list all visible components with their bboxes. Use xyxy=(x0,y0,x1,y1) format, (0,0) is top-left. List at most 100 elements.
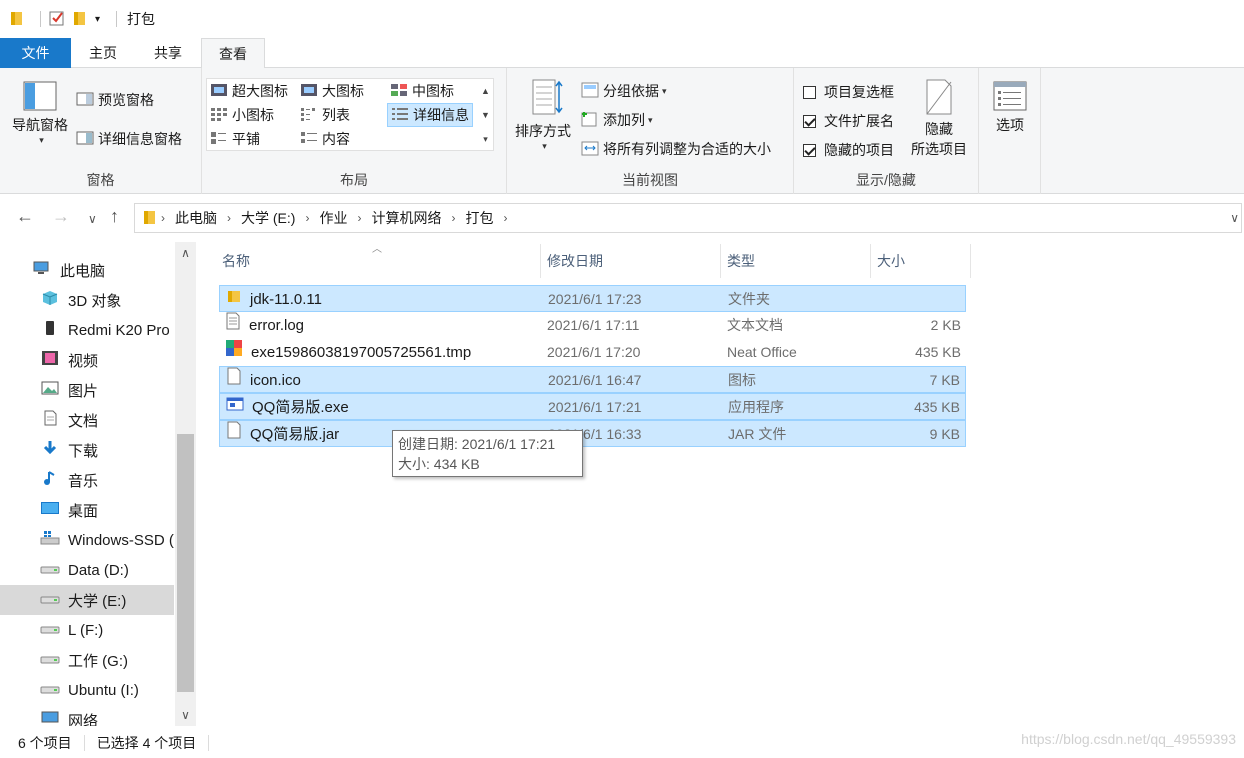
chevron-right-icon[interactable]: › xyxy=(227,211,231,225)
sidebar-item[interactable]: 音乐 xyxy=(0,465,174,495)
chevron-right-icon[interactable]: › xyxy=(161,211,165,225)
file-row[interactable]: QQ简易版.jar 2021/6/1 16:33 JAR 文件 9 KB xyxy=(219,420,966,447)
tab-file[interactable]: 文件 xyxy=(0,38,71,68)
up-arrow-icon[interactable]: ↑ xyxy=(110,206,119,227)
tooltip-created: 创建日期: 2021/6/1 17:21 xyxy=(398,436,556,452)
sidebar-item-label: 3D 对象 xyxy=(68,292,122,310)
options-button[interactable]: 选项 xyxy=(985,80,1035,135)
breadcrumb-drive-e[interactable]: 大学 (E:) xyxy=(241,208,295,228)
chevron-right-icon[interactable]: › xyxy=(357,211,361,225)
small-icons-option[interactable]: 小图标 xyxy=(210,105,274,125)
hidden-items-checkbox[interactable] xyxy=(803,143,816,157)
details-pane-button[interactable]: 详细信息窗格 xyxy=(76,129,182,149)
sidebar-item[interactable]: Ubuntu (I:) xyxy=(0,675,174,705)
large-icons-option[interactable]: 大图标 xyxy=(300,81,364,101)
new-folder-icon[interactable] xyxy=(73,10,87,29)
column-divider[interactable] xyxy=(970,244,971,278)
scroll-up-icon[interactable]: ∧ xyxy=(175,246,196,260)
file-date: 2021/6/1 17:23 xyxy=(548,291,642,307)
column-divider[interactable] xyxy=(720,244,721,278)
gallery-scroll-down[interactable]: ▼ xyxy=(478,103,493,127)
sidebar-item[interactable]: 3D 对象 xyxy=(0,285,174,315)
preview-pane-label: 预览窗格 xyxy=(98,92,154,108)
add-columns-button[interactable]: 添加列 ▾ xyxy=(581,110,653,130)
sidebar-item[interactable]: 视频 xyxy=(0,345,174,375)
breadcrumb-networking[interactable]: 计算机网络 xyxy=(371,208,441,228)
address-dropdown-icon[interactable]: ∨ xyxy=(1230,211,1239,225)
file-extensions-toggle[interactable]: 文件扩展名 xyxy=(803,111,894,131)
sort-by-button[interactable]: 排序方式 ▾ xyxy=(511,78,575,152)
sidebar-item-label: 网络 xyxy=(68,712,99,727)
sidebar-item[interactable]: 工作 (G:) xyxy=(0,645,174,675)
customize-toolbar-icon[interactable]: ▾ xyxy=(95,14,100,25)
group-by-label: 分组依据 xyxy=(603,83,659,99)
item-checkboxes-checkbox[interactable] xyxy=(803,85,816,99)
address-bar[interactable]: › 此电脑 › 大学 (E:) › 作业 › 计算机网络 › 打包 › ∨ xyxy=(134,203,1242,233)
panes-group: 导航窗格 ▾ 预览窗格 详细信息窗格 窗格 xyxy=(0,68,202,194)
nav-pane-icon xyxy=(22,81,58,115)
breadcrumb-this-pc[interactable]: 此电脑 xyxy=(175,208,217,228)
preview-pane-button[interactable]: 预览窗格 xyxy=(76,90,154,110)
size-all-columns-button[interactable]: 将所有列调整为合适的大小 xyxy=(581,139,771,159)
file-row[interactable]: QQ简易版.exe 2021/6/1 17:21 应用程序 435 KB xyxy=(219,393,966,420)
sidebar-item[interactable]: 此电脑 xyxy=(0,255,174,285)
sidebar-item[interactable]: Data (D:) xyxy=(0,555,174,585)
sidebar-item[interactable]: 文档 xyxy=(0,405,174,435)
sidebar-item[interactable]: Redmi K20 Pro xyxy=(0,315,174,345)
file-type: 应用程序 xyxy=(728,399,784,415)
column-header-name[interactable]: 名称 xyxy=(218,244,540,278)
forward-arrow-icon[interactable]: → xyxy=(52,206,70,227)
gallery-expand[interactable]: ▾ xyxy=(478,127,493,151)
sidebar-item[interactable]: 图片 xyxy=(0,375,174,405)
sidebar-scrollbar[interactable]: ∧ ∨ xyxy=(175,242,196,726)
chevron-right-icon[interactable]: › xyxy=(451,211,455,225)
nav-pane-button[interactable]: 导航窗格 ▾ xyxy=(6,80,74,146)
file-extensions-checkbox[interactable] xyxy=(803,114,816,128)
tiles-option[interactable]: 平铺 xyxy=(210,129,260,149)
file-name: exe15986038197005725561.tmp xyxy=(251,344,472,361)
options-icon xyxy=(992,81,1028,115)
tab-view[interactable]: 查看 xyxy=(201,38,265,69)
hide-selected-button[interactable]: 隐藏 所选项目 xyxy=(904,78,974,159)
column-header-type[interactable]: 类型 xyxy=(723,244,870,278)
medium-icons-option[interactable]: 中图标 xyxy=(390,81,454,101)
breadcrumb-homework[interactable]: 作业 xyxy=(319,208,347,228)
column-divider[interactable] xyxy=(540,244,541,278)
details-option[interactable]: 详细信息 xyxy=(387,103,473,127)
column-header-size[interactable]: 大小 xyxy=(873,244,970,278)
extra-large-icons-option[interactable]: 超大图标 xyxy=(210,81,288,101)
recent-locations-icon[interactable]: ∨ xyxy=(88,212,97,226)
properties-icon[interactable] xyxy=(49,10,65,29)
chevron-right-icon[interactable]: › xyxy=(305,211,309,225)
file-row[interactable]: jdk-11.0.11 2021/6/1 17:23 文件夹 xyxy=(219,285,966,312)
content-option[interactable]: 内容 xyxy=(300,129,350,149)
gallery-scroll-up[interactable]: ▲ xyxy=(478,79,493,103)
back-arrow-icon[interactable]: ← xyxy=(16,206,34,227)
tab-share[interactable]: 共享 xyxy=(138,38,198,68)
hidden-items-toggle[interactable]: 隐藏的项目 xyxy=(803,140,894,160)
list-icon xyxy=(300,107,318,124)
column-header-date[interactable]: 修改日期 xyxy=(543,244,720,278)
scroll-down-icon[interactable]: ∨ xyxy=(175,708,196,722)
file-row[interactable]: exe15986038197005725561.tmp 2021/6/1 17:2… xyxy=(219,339,966,366)
sidebar-item[interactable]: 大学 (E:) xyxy=(0,585,174,615)
item-checkboxes-toggle[interactable]: 项目复选框 xyxy=(803,82,894,102)
hide-selected-icon xyxy=(923,79,955,119)
breadcrumb-pack[interactable]: 打包 xyxy=(465,208,493,228)
sidebar-item[interactable]: 桌面 xyxy=(0,495,174,525)
tab-home[interactable]: 主页 xyxy=(74,38,132,68)
sidebar-item[interactable]: 网络 xyxy=(0,705,174,726)
group-by-button[interactable]: 分组依据 ▾ xyxy=(581,81,667,101)
file-row[interactable]: icon.ico 2021/6/1 16:47 图标 7 KB xyxy=(219,366,966,393)
sidebar-item[interactable]: 下载 xyxy=(0,435,174,465)
file-name: error.log xyxy=(249,317,305,334)
list-option[interactable]: 列表 xyxy=(300,105,350,125)
chevron-right-icon[interactable]: › xyxy=(503,211,507,225)
sidebar-item[interactable]: L (F:) xyxy=(0,615,174,645)
scrollbar-thumb[interactable] xyxy=(177,434,194,692)
item-checkboxes-label: 项目复选框 xyxy=(824,84,894,100)
sidebar-item[interactable]: Windows-SSD ( xyxy=(0,525,174,555)
chevron-down-icon: ▾ xyxy=(662,85,667,96)
file-row[interactable]: error.log 2021/6/1 17:11 文本文档 2 KB xyxy=(219,312,966,339)
column-divider[interactable] xyxy=(870,244,871,278)
